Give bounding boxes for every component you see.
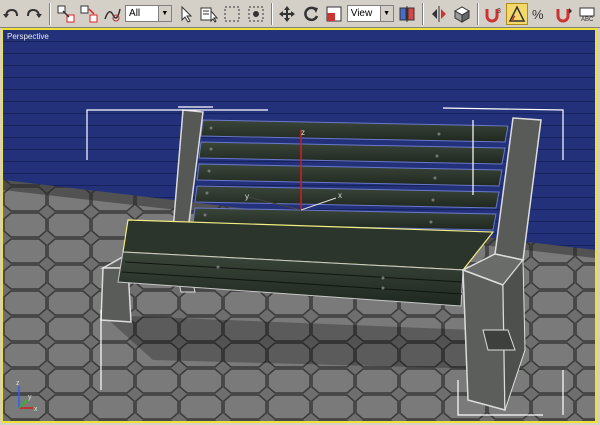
- select-by-name-icon[interactable]: [198, 3, 219, 25]
- tripod-y-label: y: [28, 394, 32, 401]
- bench-backrest: [192, 119, 509, 231]
- tripod-z-label: z: [16, 380, 20, 387]
- scene-canvas: z y x z x y: [3, 30, 595, 421]
- gizmo-z-label: z: [301, 128, 305, 137]
- align-icon[interactable]: [451, 3, 472, 25]
- select-and-rotate-icon[interactable]: [300, 3, 321, 25]
- selection-filter-value: All: [129, 8, 141, 19]
- toolbar-separator: [48, 2, 51, 25]
- unlink-selection-icon[interactable]: [78, 3, 99, 25]
- snap-3d-icon[interactable]: 3: [483, 3, 504, 25]
- perspective-viewport[interactable]: Perspective z y x z x y: [1, 28, 597, 423]
- select-and-move-icon[interactable]: [277, 3, 298, 25]
- viewport-label[interactable]: Perspective: [7, 32, 49, 41]
- gizmo-y-label: y: [245, 192, 249, 201]
- main-toolbar: All ▼ View ▼ 3 % ABC: [0, 0, 600, 28]
- redo-icon[interactable]: [23, 3, 44, 25]
- svg-text:%: %: [532, 7, 544, 22]
- gizmo-x-label: x: [338, 191, 342, 200]
- chevron-down-icon[interactable]: ▼: [157, 6, 171, 21]
- window-crossing-icon[interactable]: [245, 3, 266, 25]
- chevron-down-icon[interactable]: ▼: [379, 6, 393, 21]
- bind-to-space-warp-icon[interactable]: [102, 3, 123, 25]
- mirror-icon[interactable]: [428, 3, 449, 25]
- rectangular-selection-icon[interactable]: [222, 3, 243, 25]
- selection-filter-dropdown[interactable]: All ▼: [125, 5, 172, 22]
- percent-snap-icon[interactable]: %: [530, 3, 551, 25]
- angle-snap-icon[interactable]: [506, 2, 528, 25]
- select-and-scale-icon[interactable]: [323, 3, 344, 25]
- reference-coordinate-value: View: [350, 8, 373, 19]
- svg-text:ABC: ABC: [581, 17, 594, 23]
- svg-text:3: 3: [497, 8, 501, 15]
- named-selection-abc-icon[interactable]: ABC: [576, 3, 597, 25]
- select-and-link-icon[interactable]: [55, 3, 76, 25]
- reference-coordinate-dropdown[interactable]: View ▼: [346, 5, 394, 22]
- use-pivot-center-icon[interactable]: [397, 3, 418, 25]
- undo-icon[interactable]: [0, 3, 21, 25]
- tripod-x-label: x: [34, 406, 38, 413]
- toolbar-separator: [270, 2, 273, 25]
- toolbar-separator: [476, 2, 479, 25]
- toolbar-separator: [421, 2, 424, 25]
- select-object-icon[interactable]: [175, 3, 196, 25]
- spinner-snap-icon[interactable]: [553, 3, 574, 25]
